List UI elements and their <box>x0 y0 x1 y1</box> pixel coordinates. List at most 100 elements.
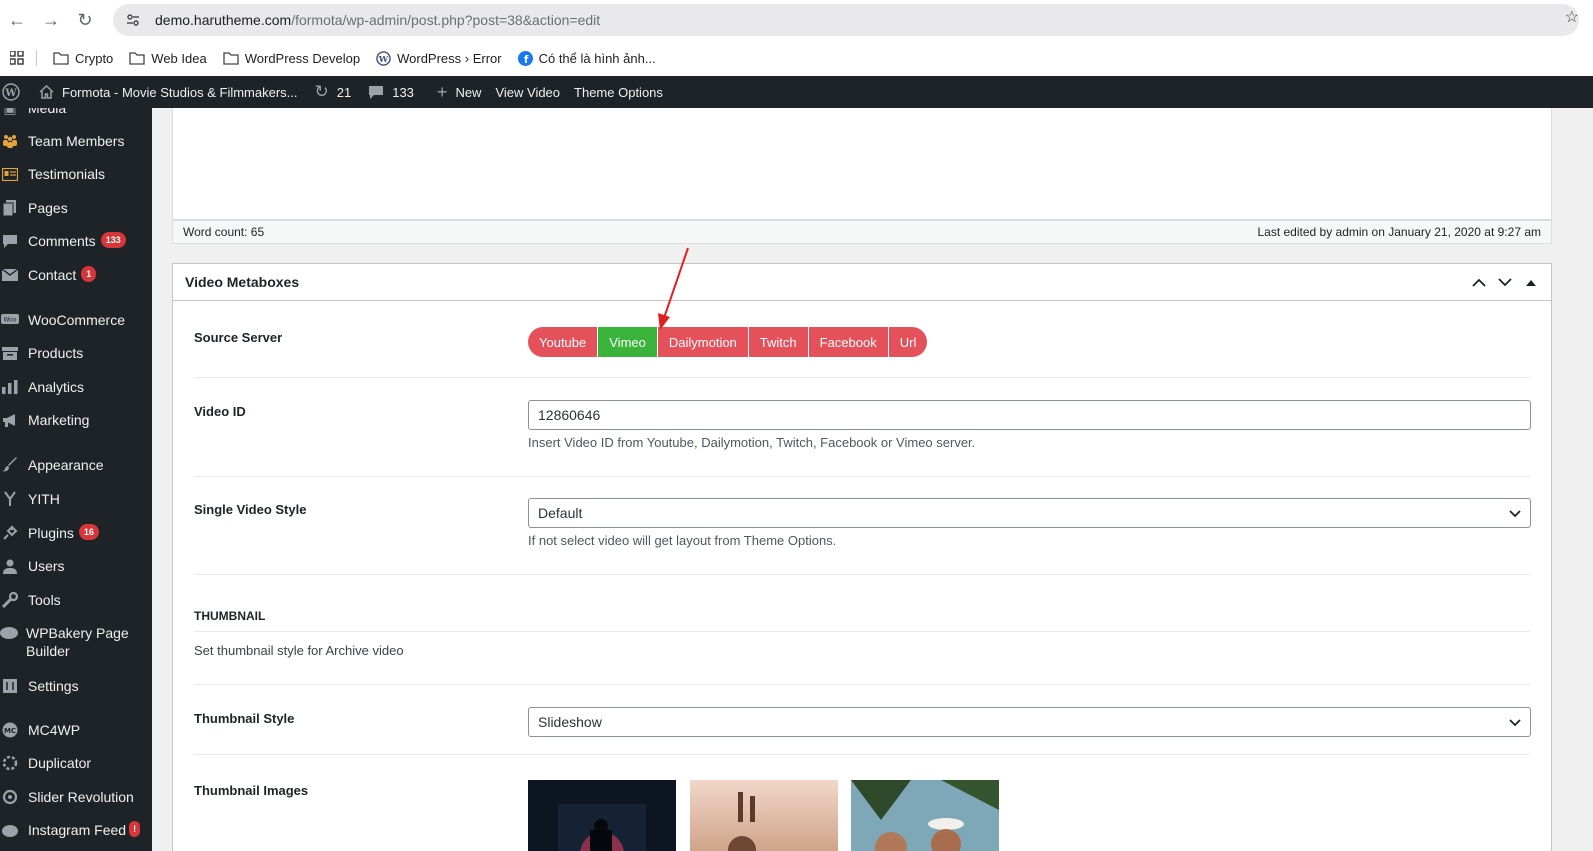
thumbnail-style-select[interactable]: Slideshow <box>528 707 1531 737</box>
content-editor[interactable] <box>172 108 1552 220</box>
sidebar-item-users[interactable]: Users <box>0 557 152 575</box>
sidebar-item-label: Tools <box>28 592 61 608</box>
contact-badge: 1 <box>81 266 97 282</box>
server-youtube-button[interactable]: Youtube <box>528 327 599 357</box>
row-divider <box>194 684 1530 685</box>
sidebar-item-marketing[interactable]: Marketing <box>0 411 152 429</box>
wp-admin-bar: W Formota - Movie Studios & Filmmakers..… <box>0 76 1593 108</box>
address-bar[interactable]: demo.harutheme.com/formota/wp-admin/post… <box>113 4 1579 36</box>
sidebar-item-slider-revolution[interactable]: Slider Revolution <box>0 788 152 806</box>
products-icon <box>0 344 20 362</box>
thumbnail-image-2[interactable] <box>690 780 838 851</box>
comments-badge: 133 <box>100 232 126 248</box>
bookmarks-bar: Crypto Web Idea WordPress Develop W WordP… <box>0 40 1593 76</box>
sidebar-item-label: Settings <box>28 678 79 694</box>
collapse-toggle-icon[interactable] <box>1523 279 1539 286</box>
admin-sidebar: ▣ Media Team Members Testimonials Pages C… <box>0 108 152 851</box>
theme-options-link[interactable]: Theme Options <box>567 76 670 108</box>
move-up-icon[interactable] <box>1471 278 1487 287</box>
theme-options-label: Theme Options <box>574 84 663 100</box>
bookmark-web-idea[interactable]: Web Idea <box>129 51 207 66</box>
sidebar-item-label: Products <box>28 345 84 361</box>
sidebar-item-analytics[interactable]: Analytics <box>0 378 152 396</box>
sidebar-item-instagram-feed[interactable]: Instagram Feed! <box>0 821 152 839</box>
sidebar-item-appearance[interactable]: Appearance <box>0 456 152 474</box>
sidebar-item-label: Contact <box>28 267 77 283</box>
bookmark-crypto[interactable]: Crypto <box>53 51 113 66</box>
bookmark-star-icon[interactable]: ☆ <box>1565 7 1579 27</box>
sidebar-item-label: MC4WP <box>28 722 81 738</box>
move-down-icon[interactable] <box>1497 277 1513 287</box>
metabox-header: Video Metaboxes <box>173 264 1551 301</box>
sidebar-item-media[interactable]: ▣ Media <box>0 108 152 117</box>
single-video-style-value: Default <box>538 505 583 521</box>
forward-icon[interactable]: → <box>34 3 68 37</box>
browser-toolbar: ← → ↻ demo.harutheme.com/formota/wp-admi… <box>0 0 1593 40</box>
main-content: Word count: 65 Last edited by admin on J… <box>152 108 1593 851</box>
sidebar-item-testimonials[interactable]: Testimonials <box>0 165 152 183</box>
sidebar-item-duplicator[interactable]: Duplicator <box>0 754 152 772</box>
wp-logo-icon[interactable]: W <box>0 76 27 108</box>
bookmark-wordpress-develop[interactable]: WordPress Develop <box>223 51 360 66</box>
svg-text:f: f <box>523 54 528 66</box>
single-video-style-label: Single Video Style <box>194 502 307 517</box>
sidebar-item-pages[interactable]: Pages <box>0 199 152 217</box>
sidebar-item-tools[interactable]: Tools <box>0 591 152 609</box>
new-label: New <box>455 84 482 100</box>
sidebar-item-team-members[interactable]: Team Members <box>0 132 152 150</box>
sidebar-item-plugins[interactable]: Plugins 16 <box>0 524 152 542</box>
team-icon <box>0 132 20 150</box>
sidebar-item-wpbakery[interactable]: WPBakery Page Builder <box>0 624 140 660</box>
server-vimeo-button[interactable]: Vimeo <box>598 327 658 357</box>
bookmark-label: WordPress › Error <box>397 50 502 66</box>
instagram-badge: ! <box>129 821 141 837</box>
svg-text:W: W <box>378 53 389 63</box>
bookmark-separator <box>36 50 37 66</box>
single-video-style-select[interactable]: Default <box>528 498 1531 528</box>
server-facebook-button[interactable]: Facebook <box>808 327 889 357</box>
thumbnail-image-3[interactable] <box>851 780 999 851</box>
site-name-link[interactable]: Formota - Movie Studios & Filmmakers... <box>27 76 305 108</box>
sidebar-item-products[interactable]: Products <box>0 344 152 362</box>
server-dailymotion-button[interactable]: Dailymotion <box>657 327 749 357</box>
sidebar-item-settings[interactable]: Settings <box>0 677 152 695</box>
server-twitch-button[interactable]: Twitch <box>748 327 809 357</box>
plus-icon: + <box>436 81 448 102</box>
sidebar-item-mc4wp[interactable]: MC MC4WP <box>0 721 152 739</box>
comment-bubble-icon <box>368 85 384 100</box>
sidebar-item-label: Plugins <box>28 525 74 541</box>
folder-icon <box>53 51 69 65</box>
media-icon: ▣ <box>3 108 17 116</box>
sidebar-item-woocommerce[interactable]: Woo WooCommerce <box>0 311 152 329</box>
duplicator-icon <box>0 754 20 772</box>
new-content-link[interactable]: + New <box>421 76 489 108</box>
sidebar-item-yith[interactable]: YITH <box>0 490 152 508</box>
site-name: Formota - Movie Studios & Filmmakers... <box>62 84 298 100</box>
sidebar-item-label: Team Members <box>28 133 125 149</box>
svg-text:Woo: Woo <box>4 317 17 324</box>
sidebar-item-contact[interactable]: Contact 1 <box>0 266 152 284</box>
bookmark-facebook[interactable]: f Có thể là hình ảnh... <box>517 50 656 66</box>
row-divider <box>194 754 1530 755</box>
site-settings-icon[interactable] <box>125 12 141 28</box>
server-url-button[interactable]: Url <box>888 327 928 357</box>
bookmark-wordpress-error[interactable]: W WordPress › Error <box>376 51 502 66</box>
apps-grid-icon[interactable] <box>10 51 24 65</box>
sidebar-item-label: Media <box>28 108 67 116</box>
video-id-input[interactable]: 12860646 <box>528 400 1531 430</box>
testimonial-icon <box>0 165 20 183</box>
sidebar-item-comments[interactable]: Comments 133 <box>0 232 152 250</box>
comments-link[interactable]: 133 <box>358 76 421 108</box>
slider-icon <box>0 788 20 806</box>
thumbnail-image-1[interactable] <box>528 780 676 851</box>
svg-text:MC: MC <box>4 727 16 735</box>
woo-icon: Woo <box>0 311 20 329</box>
view-video-link[interactable]: View Video <box>488 76 567 108</box>
back-icon[interactable]: ← <box>0 3 34 37</box>
reload-icon[interactable]: ↻ <box>68 3 102 37</box>
sidebar-item-label: Instagram Feed <box>28 822 127 838</box>
view-video-label: View Video <box>495 84 561 100</box>
home-icon <box>39 85 54 99</box>
sidebar-item-label: Marketing <box>28 412 90 428</box>
updates-link[interactable]: ↻ 21 <box>305 76 359 108</box>
